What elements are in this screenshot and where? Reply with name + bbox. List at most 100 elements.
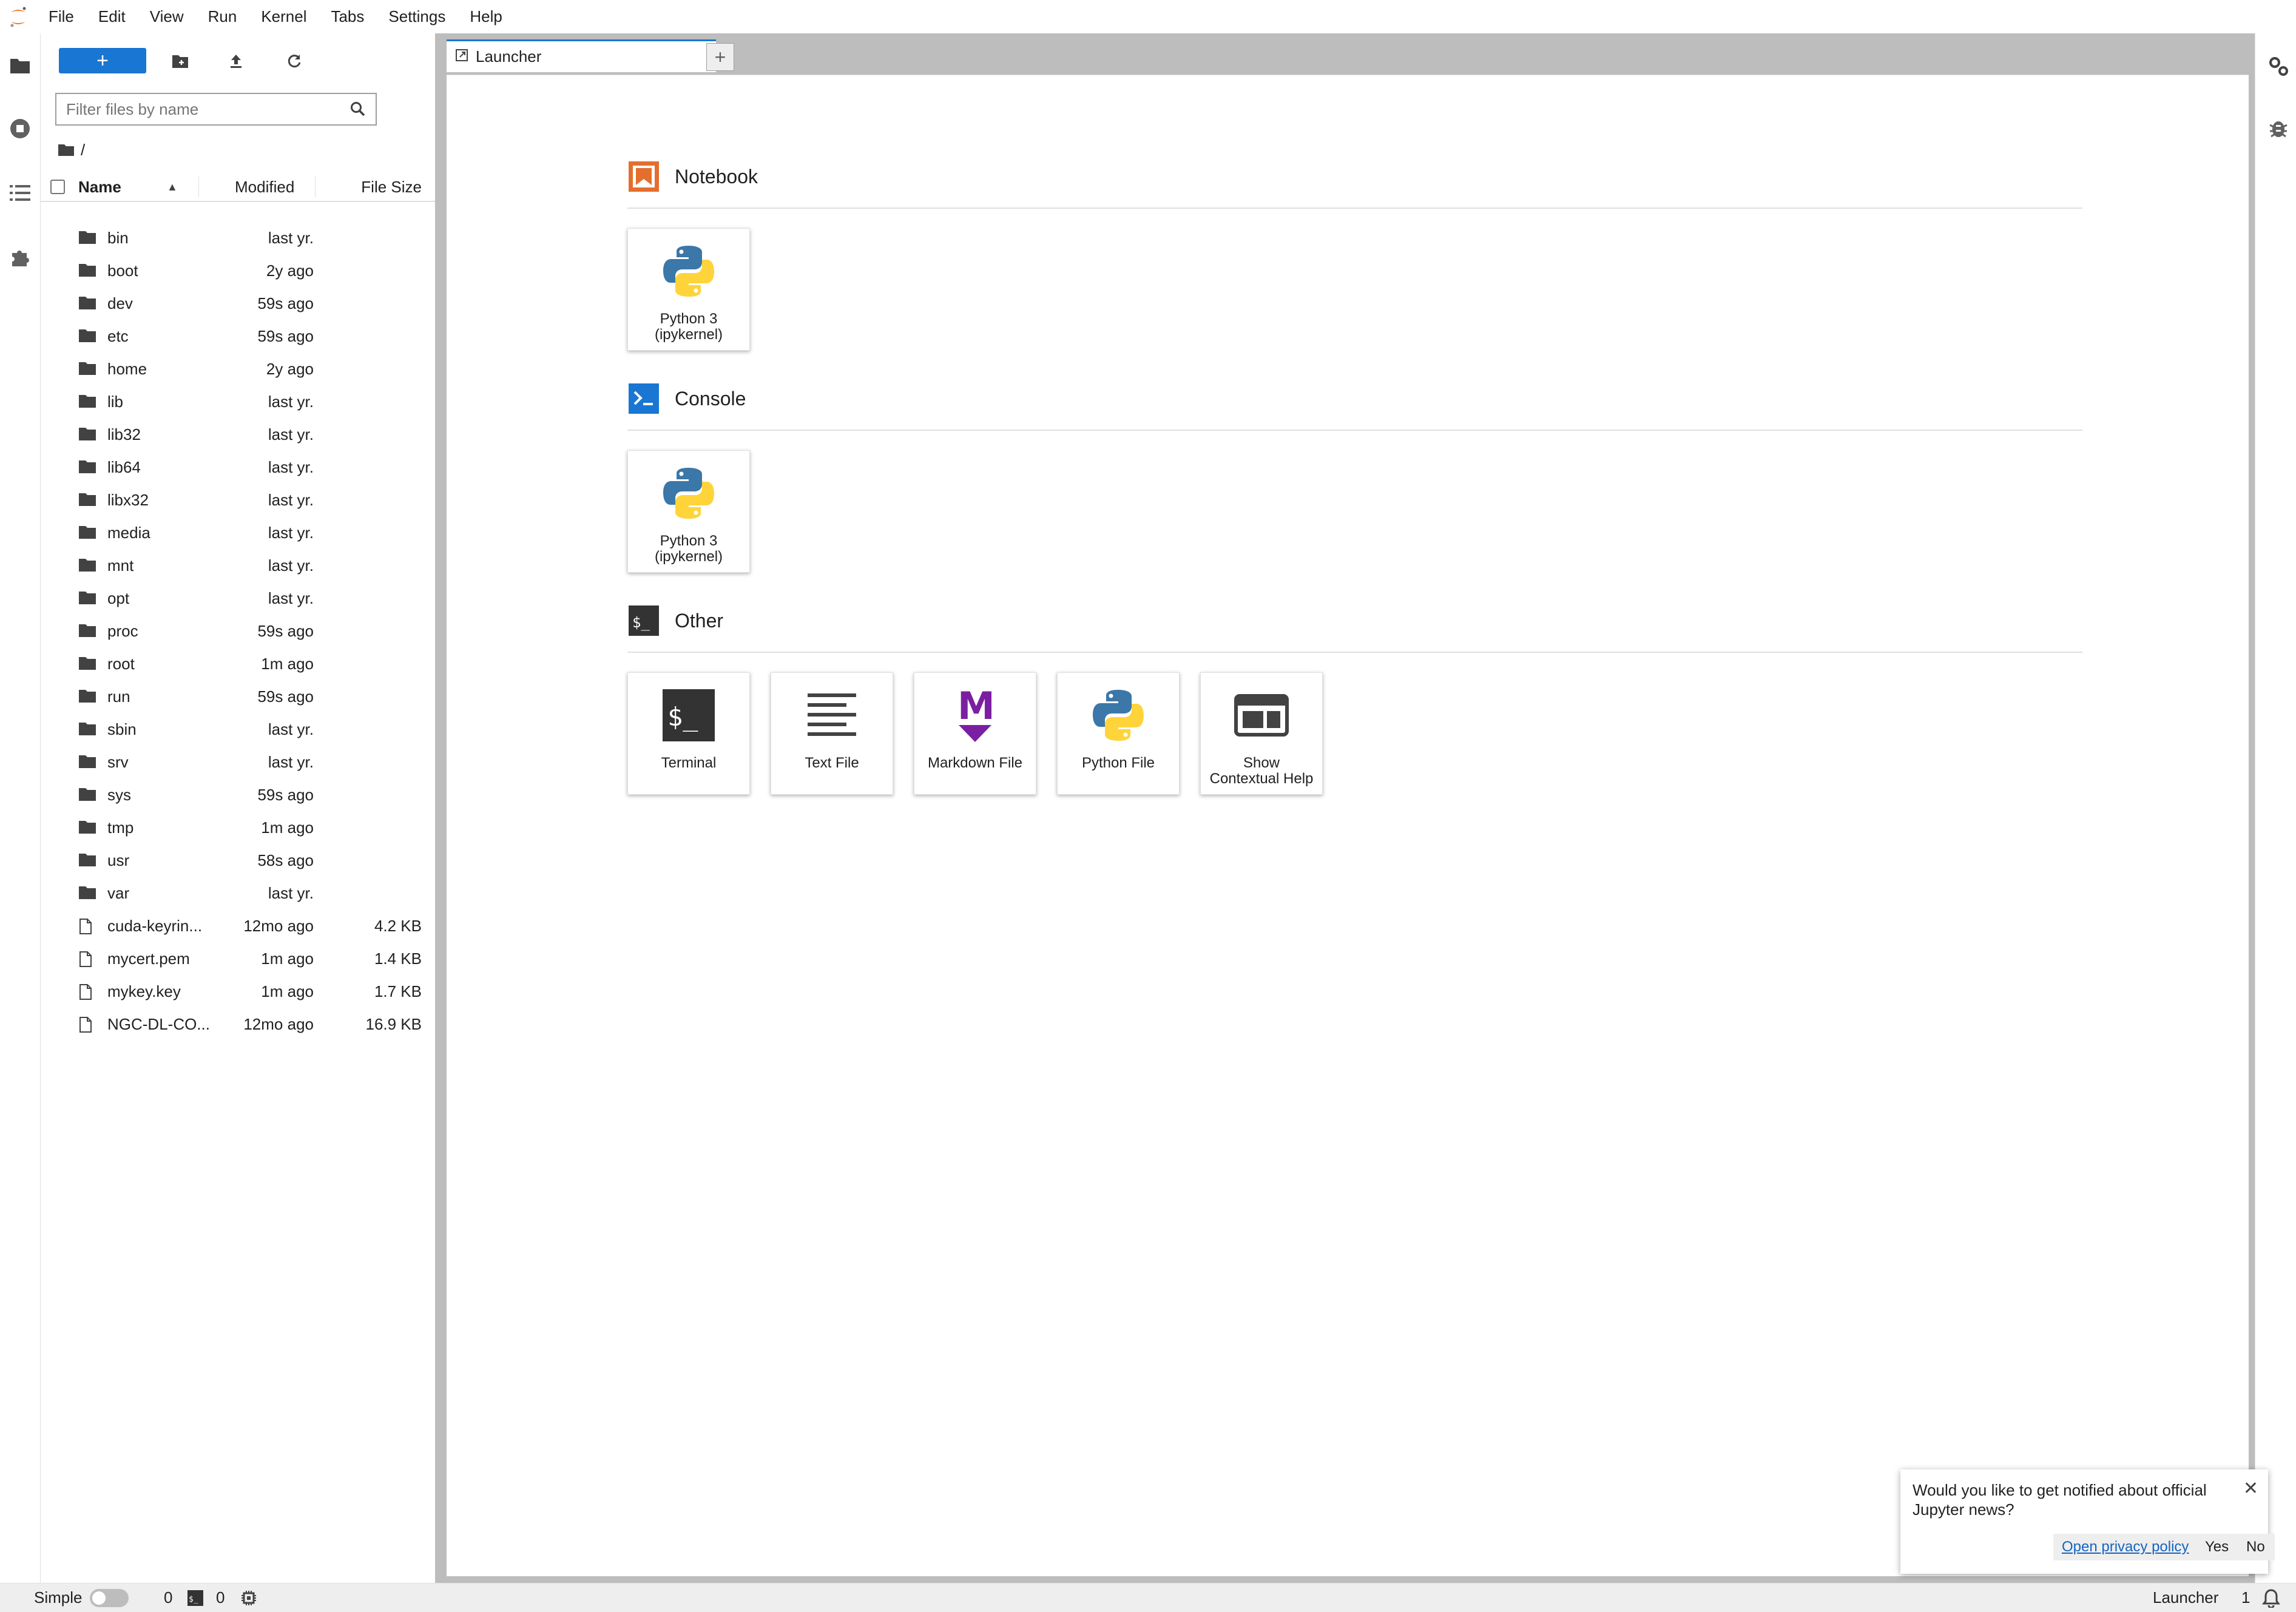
folder-row[interactable]: mnt last yr.: [41, 549, 435, 582]
right-sidebar: [2255, 33, 2296, 1583]
console-python3-card[interactable]: Python 3 (ipykernel): [627, 450, 750, 573]
folder-row[interactable]: lib last yr.: [41, 385, 435, 418]
contextual-help-card[interactable]: Show Contextual Help: [1200, 672, 1323, 795]
menu-edit[interactable]: Edit: [86, 0, 138, 33]
folder-icon: [78, 787, 96, 803]
file-row[interactable]: mykey.key 1m ago 1.7 KB: [41, 975, 435, 1008]
column-modified[interactable]: Modified: [235, 178, 294, 197]
folder-row[interactable]: lib64 last yr.: [41, 451, 435, 484]
breadcrumb-root[interactable]: /: [81, 141, 85, 160]
other-terminal-icon: $_: [627, 604, 660, 637]
file-browser-toolbar: +: [41, 48, 435, 78]
new-folder-icon[interactable]: [169, 50, 191, 72]
status-bar: Simple 0 $_ 0 Launcher 1: [0, 1583, 2296, 1612]
menu-run[interactable]: Run: [196, 0, 249, 33]
python-logo-icon: [658, 241, 719, 302]
file-browser-panel: + Filter files by name / Name ▲ Modified…: [41, 33, 436, 1583]
folder-icon: [78, 721, 96, 737]
column-file-size[interactable]: File Size: [361, 178, 422, 197]
row-modified: last yr.: [268, 392, 314, 411]
close-icon[interactable]: ✕: [2243, 1478, 2258, 1499]
folder-row[interactable]: sys 59s ago: [41, 778, 435, 811]
row-modified: last yr.: [268, 752, 314, 771]
notification-text: Would you like to get notified about off…: [1913, 1481, 2207, 1519]
row-size: 1.4 KB: [374, 949, 422, 968]
select-all-checkbox[interactable]: [50, 180, 65, 194]
folder-icon: [78, 885, 96, 901]
debugger-bug-icon[interactable]: [2266, 116, 2291, 140]
terminal-count[interactable]: 0: [216, 1588, 225, 1607]
table-of-contents-icon[interactable]: [7, 180, 33, 206]
bell-icon[interactable]: [2262, 1588, 2280, 1608]
property-inspector-gears-icon[interactable]: [2266, 54, 2291, 78]
markdown-file-card[interactable]: M Markdown File: [914, 672, 1036, 795]
row-name: srv: [107, 752, 129, 771]
folder-icon: [78, 361, 96, 377]
folder-icon: [78, 427, 96, 442]
extensions-puzzle-icon[interactable]: [7, 244, 33, 270]
folder-row[interactable]: sbin last yr.: [41, 713, 435, 746]
cpu-chip-icon[interactable]: [240, 1590, 257, 1607]
folder-row[interactable]: root 1m ago: [41, 647, 435, 680]
add-tab-button[interactable]: +: [706, 43, 734, 71]
notification-count[interactable]: 1: [2241, 1588, 2250, 1607]
breadcrumb[interactable]: /: [58, 138, 85, 162]
file-icon: [78, 1016, 96, 1033]
folder-row[interactable]: media last yr.: [41, 516, 435, 549]
folder-row[interactable]: dev 59s ago: [41, 287, 435, 320]
terminal-card[interactable]: $_ Terminal: [627, 672, 750, 795]
folder-row[interactable]: lib32 last yr.: [41, 418, 435, 451]
folder-icon[interactable]: [7, 53, 33, 78]
menu-kernel[interactable]: Kernel: [249, 0, 319, 33]
folder-row[interactable]: proc 59s ago: [41, 615, 435, 647]
card-label: Text File: [771, 755, 893, 771]
toggle-switch[interactable]: [90, 1588, 129, 1607]
kernel-count[interactable]: 0: [164, 1588, 172, 1607]
text-file-card[interactable]: Text File: [771, 672, 893, 795]
folder-row[interactable]: home 2y ago: [41, 352, 435, 385]
file-filter-input[interactable]: Filter files by name: [55, 93, 377, 126]
folder-row[interactable]: run 59s ago: [41, 680, 435, 713]
folder-row[interactable]: usr 58s ago: [41, 844, 435, 877]
folder-icon: [78, 263, 96, 278]
file-row[interactable]: NGC-DL-CO... 12mo ago 16.9 KB: [41, 1008, 435, 1040]
folder-row[interactable]: boot 2y ago: [41, 254, 435, 287]
card-label-line2: Contextual Help: [1209, 771, 1314, 787]
simple-mode-toggle[interactable]: [90, 1588, 129, 1607]
folder-row[interactable]: etc 59s ago: [41, 320, 435, 352]
folder-row[interactable]: var last yr.: [41, 877, 435, 909]
folder-icon: [78, 525, 96, 541]
svg-text:$_: $_: [667, 702, 698, 732]
folder-row[interactable]: bin last yr.: [41, 221, 435, 254]
row-name: sys: [107, 785, 131, 804]
refresh-icon[interactable]: [283, 50, 305, 72]
no-button[interactable]: No: [2237, 1534, 2275, 1560]
menu-help[interactable]: Help: [458, 0, 514, 33]
menu-view[interactable]: View: [138, 0, 196, 33]
column-name[interactable]: Name: [78, 178, 121, 197]
running-kernels-icon[interactable]: [7, 116, 33, 141]
folder-row[interactable]: opt last yr.: [41, 582, 435, 615]
tab-launcher[interactable]: Launcher: [447, 39, 716, 72]
upload-icon[interactable]: [225, 50, 247, 72]
notebook-python3-card[interactable]: Python 3 (ipykernel): [627, 228, 750, 351]
yes-button[interactable]: Yes: [2195, 1534, 2239, 1560]
privacy-policy-link[interactable]: Open privacy policy: [2053, 1534, 2198, 1560]
folder-icon: [78, 820, 96, 835]
card-label-line1: Terminal: [661, 755, 717, 771]
folder-icon: [78, 394, 96, 410]
python-file-card[interactable]: Python File: [1057, 672, 1180, 795]
active-doc-text: Launcher: [2153, 1588, 2219, 1607]
menu-bar: File Edit View Run Kernel Tabs Settings …: [0, 0, 2296, 34]
file-row[interactable]: mycert.pem 1m ago 1.4 KB: [41, 942, 435, 975]
folder-row[interactable]: libx32 last yr.: [41, 484, 435, 516]
menu-settings[interactable]: Settings: [376, 0, 458, 33]
file-row[interactable]: cuda-keyrin... 12mo ago 4.2 KB: [41, 909, 435, 942]
section-divider: [627, 652, 2082, 653]
folder-row[interactable]: tmp 1m ago: [41, 811, 435, 844]
menu-file[interactable]: File: [36, 0, 86, 33]
folder-row[interactable]: srv last yr.: [41, 746, 435, 778]
new-launcher-button[interactable]: +: [59, 48, 146, 73]
menu-tabs[interactable]: Tabs: [319, 0, 376, 33]
row-modified: last yr.: [268, 720, 314, 738]
